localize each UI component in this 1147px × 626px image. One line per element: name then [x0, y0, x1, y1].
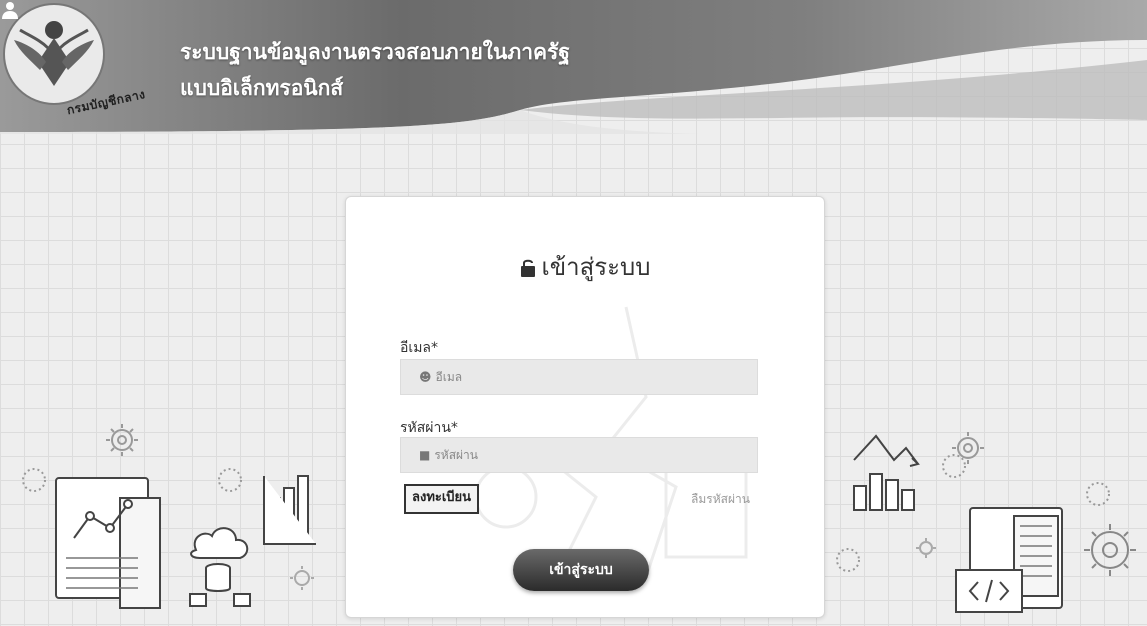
dotted-circle-icon: [218, 468, 242, 492]
header-banner: กรมบัญชีกลาง ระบบฐานข้อมูลงานตรวจสอบภายใ…: [0, 0, 1147, 140]
lock-icon: [520, 259, 535, 277]
left-decorations: [22, 424, 316, 609]
login-heading-text: เข้าสู่ระบบ: [541, 253, 651, 281]
register-button[interactable]: ลงทะเบียน: [404, 484, 480, 514]
dotted-circle-icon: [1086, 482, 1110, 506]
password-placeholder: รหัสผ่าน: [434, 448, 478, 462]
bar-chart-icon: [853, 473, 915, 511]
gear-icon: [952, 432, 984, 464]
email-field[interactable]: ☻ อีเมล: [400, 359, 758, 395]
gear-icon: [916, 538, 936, 558]
login-card: เข้าสู่ระบบ อีเมล* ☻ อีเมล รหัสผ่าน* ■ รหั…: [345, 196, 825, 618]
login-button[interactable]: เข้าสู่ระบบ: [513, 549, 649, 591]
dotted-circle-icon: [942, 454, 966, 478]
code-document-icon: [955, 507, 1063, 613]
gear-icon: [106, 424, 138, 456]
email-placeholder: อีเมล: [435, 370, 463, 384]
login-heading: เข้าสู่ระบบ: [346, 247, 824, 286]
password-label: รหัสผ่าน*: [400, 420, 458, 436]
site-title-line-1: ระบบฐานข้อมูลงานตรวจสอบภายในภาครัฐ: [180, 40, 570, 64]
bar-chart-icon: [263, 475, 316, 545]
cloud-database-icon: [189, 527, 251, 607]
header-wave: [0, 0, 1147, 134]
site-title-line-2: แบบอิเล็กทรอนิกส์: [180, 76, 344, 100]
gear-icon: [1084, 524, 1136, 576]
user-icon[interactable]: [0, 0, 20, 20]
document-chart-icon: [55, 477, 161, 609]
line-chart-icon: [853, 434, 920, 467]
password-field[interactable]: ■ รหัสผ่าน: [400, 437, 758, 473]
forgot-password-link[interactable]: ลืมรหัสผ่าน: [691, 490, 750, 509]
right-decorations: [836, 432, 1136, 613]
user-icon: ☻: [419, 370, 432, 384]
email-label: อีเมล*: [400, 340, 439, 356]
dotted-circle-icon: [22, 468, 46, 492]
lock-icon: ■: [419, 448, 431, 462]
dotted-circle-icon: [836, 548, 860, 572]
gear-icon: [290, 566, 314, 590]
